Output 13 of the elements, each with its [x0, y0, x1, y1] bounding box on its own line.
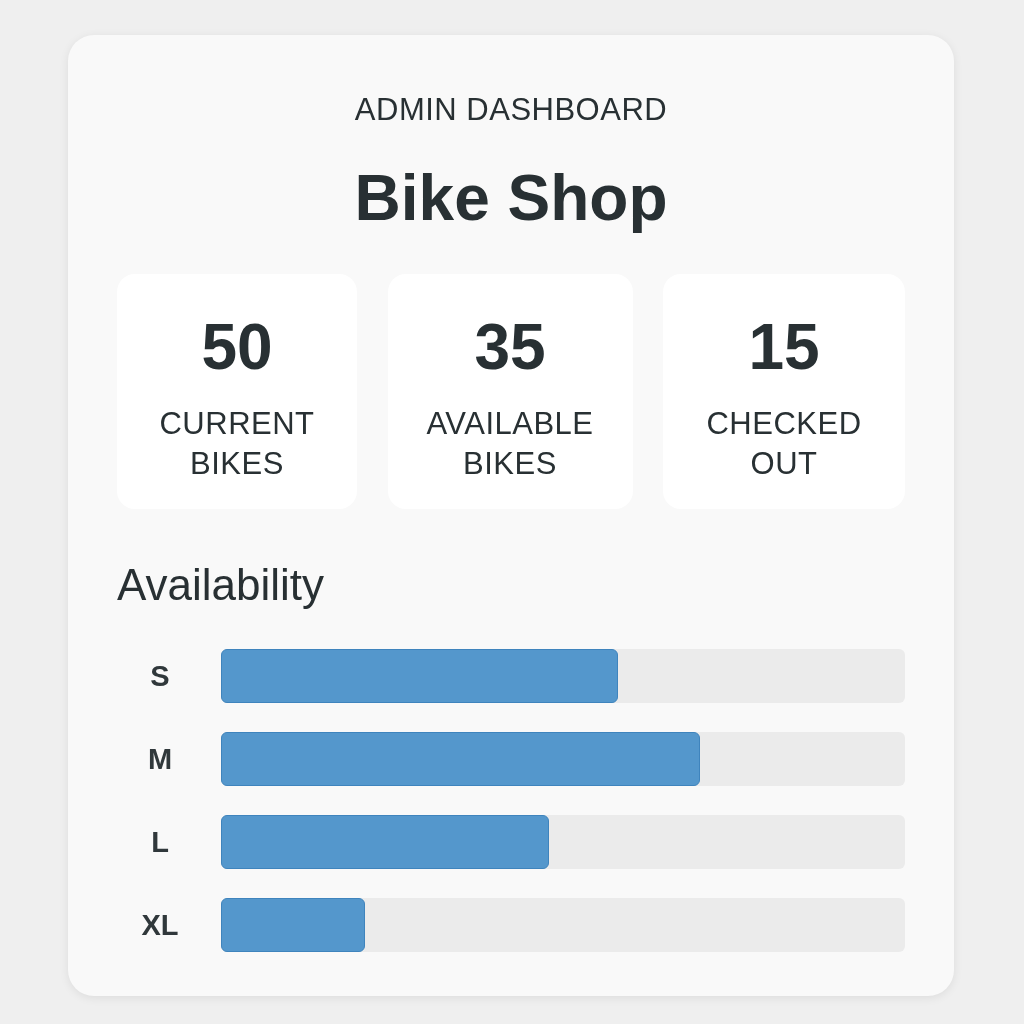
stat-label: AVAILABLE BIKES: [425, 405, 595, 483]
size-label: S: [149, 659, 171, 693]
stat-value: 15: [748, 312, 820, 382]
stat-value: 50: [201, 312, 273, 382]
size-label: XL: [140, 908, 180, 942]
stat-label: CURRENT BIKES: [158, 405, 316, 483]
size-label: L: [150, 825, 170, 859]
shop-title: Bike Shop: [354, 162, 668, 234]
size-label: M: [146, 742, 174, 776]
stat-label: CHECKED OUT: [705, 405, 863, 483]
availability-heading: Availability: [117, 559, 325, 611]
stat-value: 35: [474, 312, 546, 382]
dashboard-eyebrow: ADMIN DASHBOARD: [354, 91, 668, 129]
